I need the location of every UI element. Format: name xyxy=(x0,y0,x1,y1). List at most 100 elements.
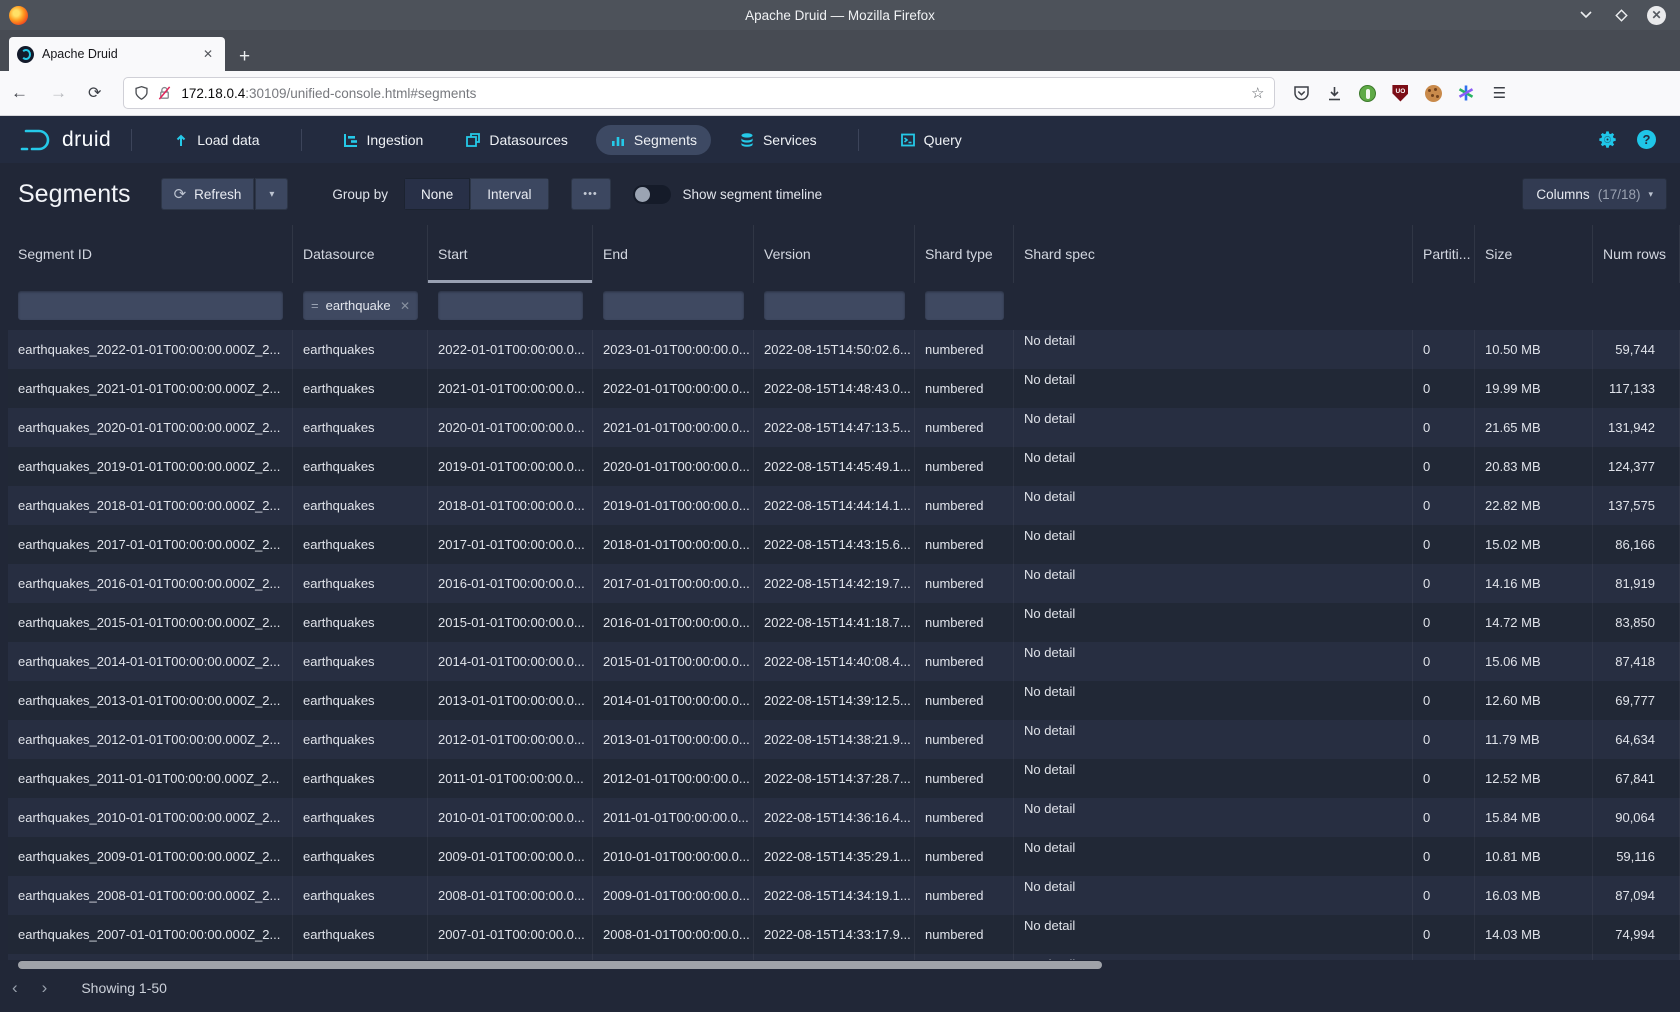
table-row[interactable]: earthquakes_2020-01-01T00:00:00.000Z_2..… xyxy=(8,408,1680,447)
horizontal-scrollbar-thumb[interactable] xyxy=(18,961,1102,969)
cell-version: 2022-08-15T14:41:18.7... xyxy=(754,603,915,642)
segment-timeline-label: Show segment timeline xyxy=(683,187,823,202)
ingestion-icon xyxy=(343,132,359,148)
table-row[interactable]: earthquakes_2012-01-01T00:00:00.000Z_2..… xyxy=(8,720,1680,759)
reload-button-icon[interactable]: ⟳ xyxy=(78,83,111,103)
cell-start: 2007-01-01T00:00:00.0... xyxy=(428,915,593,954)
cell-id: earthquakes_2009-01-01T00:00:00.000Z_2..… xyxy=(8,837,293,876)
column-header-datasource[interactable]: Datasource xyxy=(293,225,428,283)
bookmark-star-icon[interactable]: ☆ xyxy=(1251,84,1264,102)
column-header-partition[interactable]: Partiti... xyxy=(1413,225,1475,283)
column-header-start[interactable]: Start xyxy=(428,225,593,283)
previous-page-icon[interactable]: ‹ xyxy=(0,977,30,999)
nav-item-load-data[interactable]: Load data xyxy=(159,125,273,155)
table-row[interactable]: earthquakes_2014-01-01T00:00:00.000Z_2..… xyxy=(8,642,1680,681)
equals-operator-icon: = xyxy=(311,298,319,313)
cell-shard-spec: No detail xyxy=(1014,486,1413,525)
window-close-button[interactable]: ✕ xyxy=(1647,6,1666,25)
table-row[interactable]: earthquakes_2019-01-01T00:00:00.000Z_2..… xyxy=(8,447,1680,486)
table-row[interactable]: earthquakes_2011-01-01T00:00:00.000Z_2..… xyxy=(8,759,1680,798)
refresh-dropdown-button[interactable]: ▾ xyxy=(255,178,288,210)
help-icon[interactable]: ? xyxy=(1637,130,1656,149)
forward-button-icon[interactable]: → xyxy=(39,83,78,103)
privacy-badger-icon[interactable] xyxy=(1357,83,1377,103)
table-row[interactable]: earthquakes_2007-01-01T00:00:00.000Z_2..… xyxy=(8,915,1680,954)
cell-shard-type: numbered xyxy=(915,525,1014,564)
datasources-icon xyxy=(465,132,481,148)
cell-datasource: earthquakes xyxy=(293,837,428,876)
filter-version-input[interactable] xyxy=(764,291,905,320)
table-row[interactable]: earthquakes_2022-01-01T00:00:00.000Z_2..… xyxy=(8,330,1680,369)
insecure-lock-icon[interactable] xyxy=(157,85,172,101)
table-row[interactable]: earthquakes_2013-01-01T00:00:00.000Z_2..… xyxy=(8,681,1680,720)
tab-close-icon[interactable]: ✕ xyxy=(199,45,217,63)
column-header-segment-id[interactable]: Segment ID xyxy=(8,225,293,283)
table-row[interactable]: earthquakes_2010-01-01T00:00:00.000Z_2..… xyxy=(8,798,1680,837)
downloads-icon[interactable] xyxy=(1324,83,1344,103)
table-row[interactable]: earthquakes_2021-01-01T00:00:00.000Z_2..… xyxy=(8,369,1680,408)
cell-end: 2014-01-01T00:00:00.0... xyxy=(593,681,754,720)
filter-end-input[interactable] xyxy=(603,291,744,320)
window-minimize-button[interactable] xyxy=(1577,6,1595,24)
filter-start-input[interactable] xyxy=(438,291,583,320)
column-header-num-rows[interactable]: Num rows xyxy=(1593,225,1680,283)
group-by-interval-button[interactable]: Interval xyxy=(470,178,548,210)
columns-button[interactable]: Columns (17/18) ▾ xyxy=(1522,178,1667,210)
filter-shard-type-input[interactable] xyxy=(925,291,1004,320)
cell-id: earthquakes_2018-01-01T00:00:00.000Z_2..… xyxy=(8,486,293,525)
url-bar[interactable]: 172.18.0.4:30109/unified-console.html#se… xyxy=(123,77,1275,109)
filter-segment-id-input[interactable] xyxy=(18,291,283,320)
nav-item-segments[interactable]: Segments xyxy=(596,125,711,155)
navbar-divider xyxy=(301,129,302,151)
cell-shard-type: numbered xyxy=(915,759,1014,798)
cell-num-rows: 137,575 xyxy=(1593,486,1680,525)
cell-start: 2018-01-01T00:00:00.0... xyxy=(428,486,593,525)
cell-num-rows: 83,850 xyxy=(1593,603,1680,642)
next-page-icon[interactable]: › xyxy=(30,977,60,999)
remove-filter-icon[interactable]: ✕ xyxy=(400,299,410,313)
nav-item-datasources[interactable]: Datasources xyxy=(451,125,582,155)
asterisk-extension-icon[interactable] xyxy=(1456,83,1476,103)
settings-gear-icon[interactable] xyxy=(1598,130,1617,149)
segment-timeline-toggle[interactable] xyxy=(633,185,671,204)
browser-tab[interactable]: Apache Druid ✕ xyxy=(9,37,225,71)
cell-id: earthquakes_2019-01-01T00:00:00.000Z_2..… xyxy=(8,447,293,486)
column-header-shard-spec[interactable]: Shard spec xyxy=(1014,225,1413,283)
column-header-size[interactable]: Size xyxy=(1475,225,1593,283)
menu-hamburger-icon[interactable]: ☰ xyxy=(1489,83,1509,103)
cell-end: 2020-01-01T00:00:00.0... xyxy=(593,447,754,486)
table-row[interactable]: earthquakes_2008-01-01T00:00:00.000Z_2..… xyxy=(8,876,1680,915)
group-by-none-button[interactable]: None xyxy=(404,178,470,210)
nav-item-query[interactable]: Query xyxy=(886,125,976,155)
filter-datasource-tag[interactable]: = earthquake ✕ xyxy=(303,291,418,320)
pocket-icon[interactable] xyxy=(1291,83,1311,103)
nav-item-ingestion[interactable]: Ingestion xyxy=(329,125,438,155)
nav-item-services[interactable]: Services xyxy=(725,125,831,155)
more-options-button[interactable]: ••• xyxy=(571,178,611,210)
cell-id: earthquakes_2022-01-01T00:00:00.000Z_2..… xyxy=(8,330,293,369)
cell-partition: 0 xyxy=(1413,408,1475,447)
cell-shard-spec: No detail xyxy=(1014,759,1413,798)
shield-icon[interactable] xyxy=(134,85,149,101)
table-row[interactable]: earthquakes_2009-01-01T00:00:00.000Z_2..… xyxy=(8,837,1680,876)
table-row[interactable]: earthquakes_2017-01-01T00:00:00.000Z_2..… xyxy=(8,525,1680,564)
refresh-button[interactable]: ⟳ Refresh xyxy=(161,178,255,210)
cell-partition: 0 xyxy=(1413,564,1475,603)
table-row[interactable]: earthquakes_2018-01-01T00:00:00.000Z_2..… xyxy=(8,486,1680,525)
column-header-end[interactable]: End xyxy=(593,225,754,283)
table-row[interactable]: earthquakes_2015-01-01T00:00:00.000Z_2..… xyxy=(8,603,1680,642)
cell-version: 2022-08-15T14:37:28.7... xyxy=(754,759,915,798)
table-row[interactable]: earthquakes_2016-01-01T00:00:00.000Z_2..… xyxy=(8,564,1680,603)
cell-end: 2018-01-01T00:00:00.0... xyxy=(593,525,754,564)
column-header-version[interactable]: Version xyxy=(754,225,915,283)
cookie-extension-icon[interactable] xyxy=(1423,83,1443,103)
ublock-origin-icon[interactable]: UO xyxy=(1390,83,1410,103)
back-button-icon[interactable]: ← xyxy=(0,83,39,103)
cell-shard-spec: No detail xyxy=(1014,447,1413,486)
pagination-footer: ‹ › Showing 1-50 xyxy=(0,970,1680,1012)
new-tab-button[interactable]: + xyxy=(239,47,250,66)
druid-logo[interactable]: druid xyxy=(18,127,111,153)
window-maximize-button[interactable] xyxy=(1612,6,1630,24)
cell-datasource: earthquakes xyxy=(293,564,428,603)
column-header-shard-type[interactable]: Shard type xyxy=(915,225,1014,283)
